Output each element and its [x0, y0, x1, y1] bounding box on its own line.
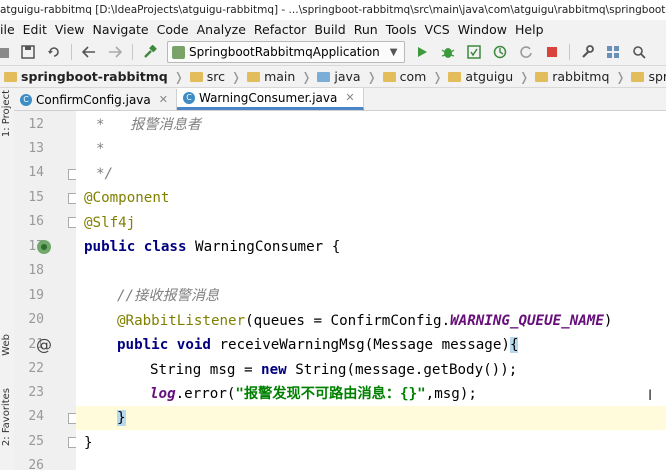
code-line-25: }: [84, 435, 93, 451]
line-number: 18: [28, 263, 44, 278]
breadcrumb-item[interactable]: src ❭: [184, 69, 241, 84]
breadcrumb-item[interactable]: main ❭: [241, 69, 311, 84]
favorites-tool-button[interactable]: 2: Favorites: [1, 388, 12, 446]
code-line-23: log.error("报警发现不可路由消息：{}",msg);: [150, 386, 477, 402]
breadcrumb-item[interactable]: java ❭: [311, 69, 377, 84]
line-number: 23: [28, 385, 44, 400]
folder-icon: [317, 71, 331, 82]
folder-icon: [382, 71, 396, 82]
override-annotation-icon[interactable]: @: [36, 335, 52, 354]
code-line-14: */: [96, 166, 114, 182]
code-line-13: *: [96, 141, 105, 157]
java-class-icon: C: [182, 91, 195, 104]
close-icon[interactable]: ✕: [345, 91, 354, 104]
search-everywhere-icon[interactable]: [631, 44, 647, 60]
rerun-icon[interactable]: [518, 44, 534, 60]
toolbar-separator: [71, 44, 72, 60]
line-number: 25: [28, 434, 44, 449]
menu-bar: ile Edit View Navigate Code Analyze Refa…: [0, 20, 666, 39]
breadcrumb-separator: ❭: [519, 69, 530, 84]
editor-tabs: C ConfirmConfig.java ✕ C WarningConsumer…: [14, 88, 666, 111]
current-line-highlight: [76, 406, 666, 430]
folder-icon: [4, 71, 17, 82]
run-icon[interactable]: [414, 44, 430, 60]
code-line-16: @Slf4j: [84, 215, 136, 231]
mouse-cursor-icon: I: [648, 388, 653, 404]
folder-icon: [448, 71, 462, 82]
settings-wrench-icon[interactable]: [579, 44, 595, 60]
toolbar-separator: [132, 44, 133, 60]
debug-icon[interactable]: [440, 44, 456, 60]
code-line-22: String msg = new String(message.getBody(…: [150, 362, 518, 378]
line-number: 22: [28, 361, 44, 376]
save-icon[interactable]: [20, 44, 36, 60]
title-bar: atguigu-rabbitmq [D:\IdeaProjects\atguig…: [0, 0, 666, 20]
menu-window[interactable]: Window: [442, 22, 507, 37]
web-tool-button[interactable]: Web: [1, 334, 12, 356]
back-arrow-icon[interactable]: [81, 44, 97, 60]
line-number: 13: [28, 141, 44, 156]
spring-boot-icon: [172, 45, 185, 59]
open-folder-icon[interactable]: [0, 44, 10, 60]
breadcrumb-separator: ❭: [615, 69, 626, 84]
code-line-17: public class WarningConsumer {: [84, 239, 341, 255]
breadcrumb-separator: ❭: [173, 69, 184, 84]
line-number: 12: [28, 117, 44, 132]
line-number: 19: [28, 288, 44, 303]
stop-icon[interactable]: [544, 44, 560, 60]
code-line-15: @Component: [84, 190, 170, 206]
line-number: 16: [28, 214, 44, 229]
folder-icon: [535, 71, 549, 82]
line-number: 14: [28, 165, 44, 180]
breadcrumb-separator: ❭: [366, 69, 377, 84]
breadcrumb-item[interactable]: com ❭: [377, 69, 443, 84]
folder-icon: [189, 71, 203, 82]
build-hammer-icon[interactable]: [142, 44, 158, 60]
left-tool-window-strip: 1: Project Web 2: Favorites: [0, 88, 15, 470]
breadcrumb-item[interactable]: atguigu ❭: [442, 69, 529, 84]
spring-bean-icon[interactable]: [36, 239, 52, 259]
breadcrumb-item[interactable]: springbootrabbitmq❭: [625, 69, 666, 84]
menu-refactor[interactable]: Refactor: [238, 22, 306, 37]
sync-icon[interactable]: [46, 44, 62, 60]
line-number: 15: [28, 190, 44, 205]
code-line-21: public void receiveWarningMsg(Message me…: [117, 337, 519, 353]
code-line-24: }: [117, 410, 126, 426]
window-title: atguigu-rabbitmq [D:\IdeaProjects\atguig…: [0, 4, 666, 16]
java-class-icon: C: [20, 93, 32, 106]
breadcrumb-item[interactable]: rabbitmq ❭: [529, 69, 625, 84]
line-number: 20: [28, 312, 44, 327]
chevron-down-icon: ▼: [389, 46, 398, 58]
forward-arrow-icon[interactable]: [107, 44, 123, 60]
project-tool-button[interactable]: 1: Project: [1, 90, 12, 137]
line-number: 26: [28, 458, 44, 473]
tab-warningconsumer[interactable]: C WarningConsumer.java ✕: [176, 88, 364, 110]
breadcrumb-item[interactable]: springboot-rabbitmq ❭: [0, 69, 184, 84]
breadcrumb-separator: ❭: [432, 69, 443, 84]
tab-confirmconfig[interactable]: C ConfirmConfig.java ✕: [14, 89, 177, 110]
breadcrumb-separator: ❭: [231, 69, 242, 84]
code-line-12: * 报警消息者: [96, 117, 202, 133]
code-line-20: @RabbitListener(queues = ConfirmConfig.W…: [117, 313, 613, 329]
breadcrumb-separator: ❭: [301, 69, 312, 84]
close-icon[interactable]: ✕: [159, 93, 168, 106]
editor-gutter: 12 13 14 15 16 17 18 19 20 21 22 23 24 2…: [14, 111, 79, 473]
folder-icon: [247, 71, 261, 82]
breadcrumb: springboot-rabbitmq ❭ src ❭ main ❭ java ❭ co…: [0, 66, 666, 88]
toolbar: SpringbootRabbitmqApplication ▼: [0, 39, 666, 66]
toolbar-separator: [568, 44, 570, 60]
coverage-icon[interactable]: [466, 44, 482, 60]
profile-icon[interactable]: [492, 44, 508, 60]
run-configuration-select[interactable]: SpringbootRabbitmqApplication ▼: [167, 41, 405, 63]
code-line-19: //接收报警消息: [117, 288, 220, 304]
project-structure-icon[interactable]: [605, 44, 621, 60]
line-number: 24: [28, 409, 44, 424]
folder-icon: [631, 71, 645, 82]
menu-help[interactable]: Help: [499, 22, 544, 37]
menu-navigate[interactable]: Navigate: [77, 22, 149, 37]
run-configuration-label: SpringbootRabbitmqApplication: [189, 45, 380, 59]
menu-analyze[interactable]: Analyze: [181, 22, 246, 37]
